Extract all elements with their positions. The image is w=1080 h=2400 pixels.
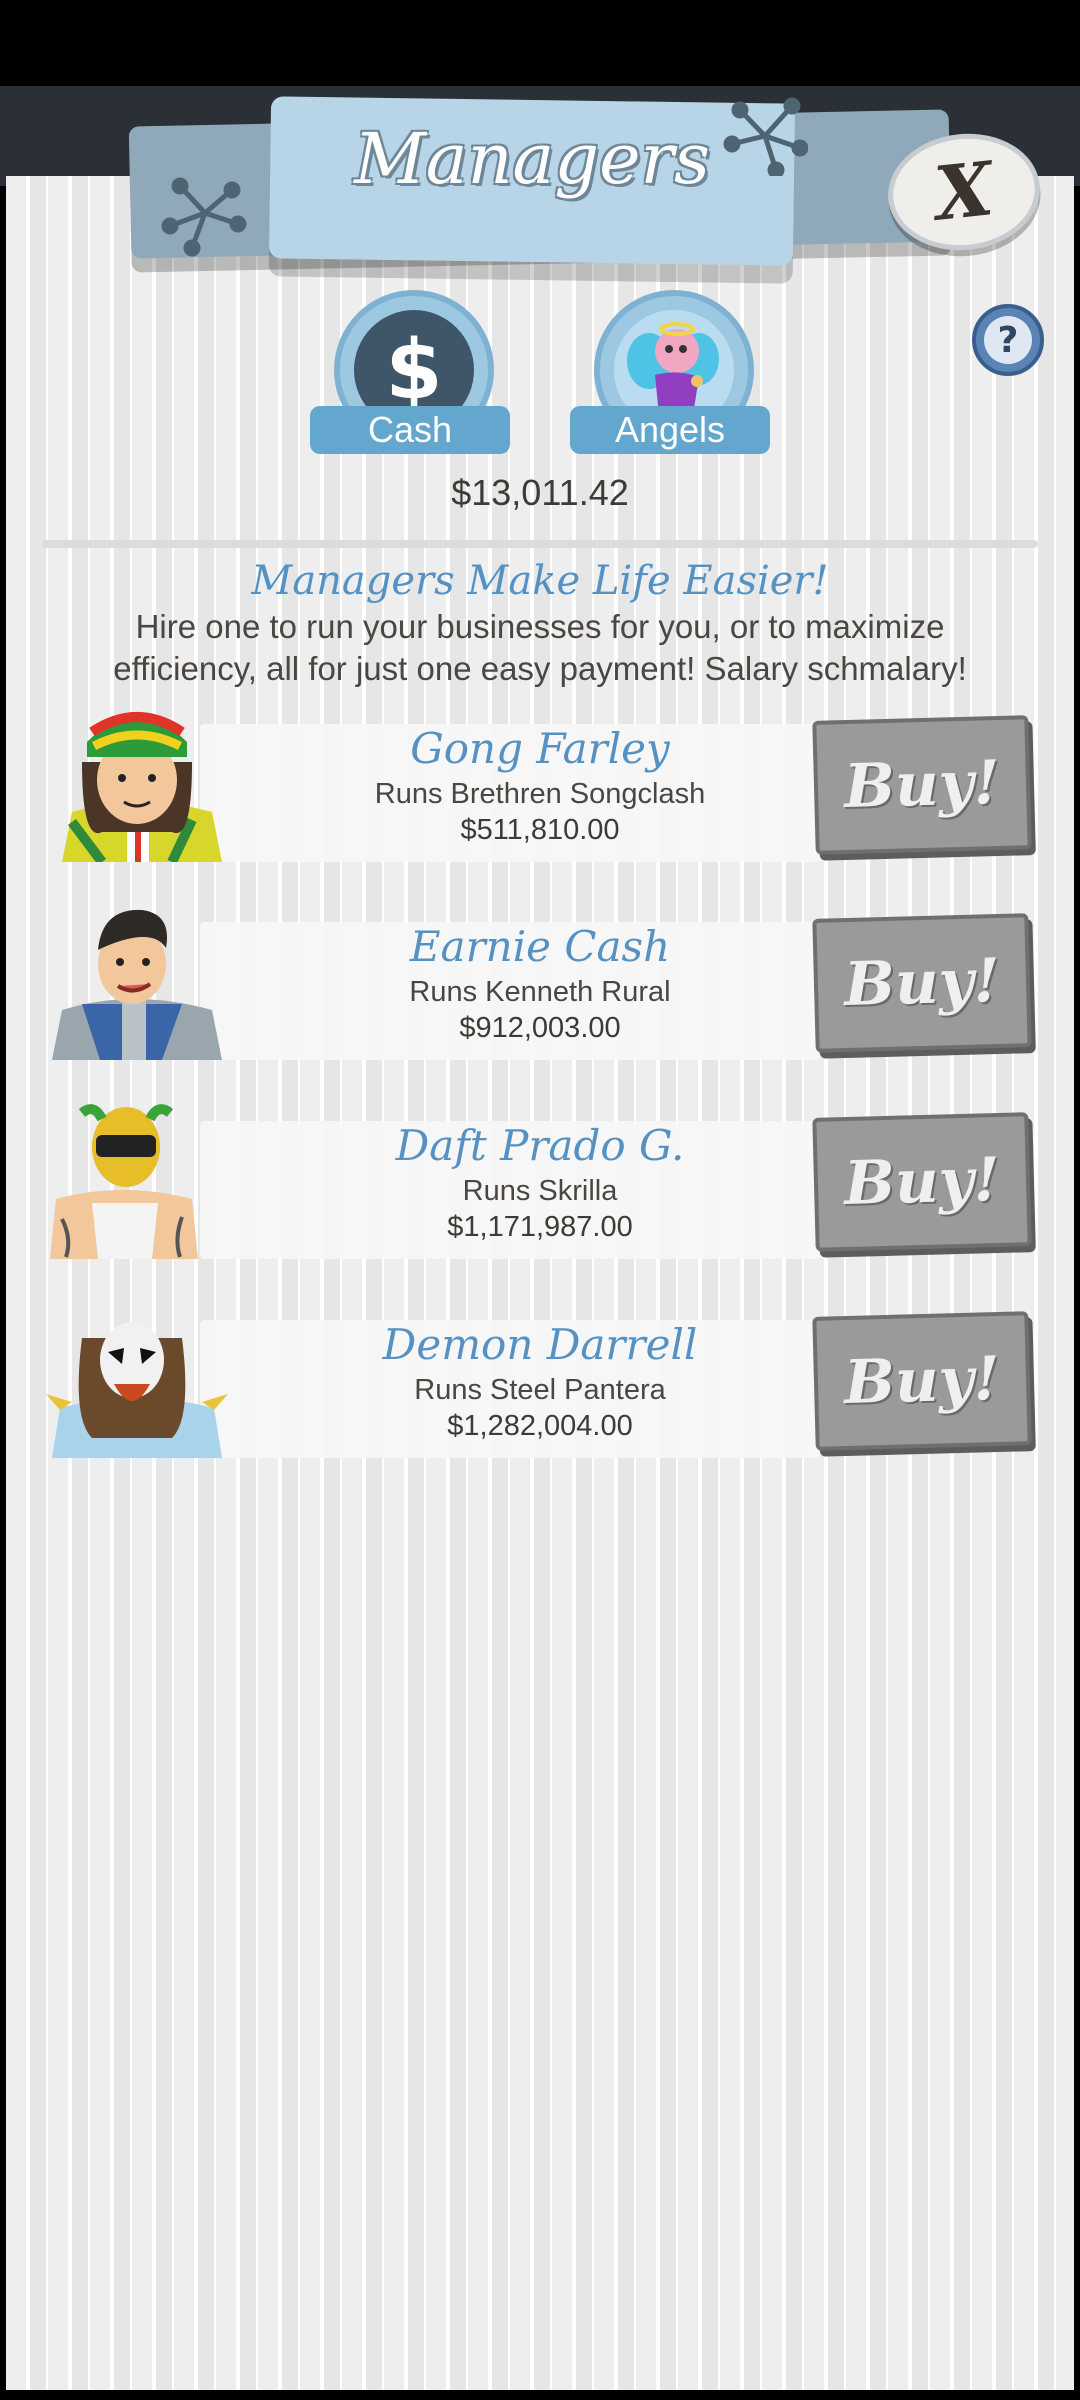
manager-name: Earnie Cash	[409, 922, 671, 971]
buy-button[interactable]: Buy!	[812, 1311, 1032, 1451]
manager-business: Runs Kenneth Rural	[409, 976, 671, 1008]
manager-business: Runs Steel Pantera	[414, 1374, 666, 1406]
manager-name: Demon Darrell	[382, 1320, 698, 1369]
manager-row: Earnie Cash Runs Kenneth Rural $912,003.…	[0, 908, 1080, 1060]
manager-portrait-earnie-cash	[52, 909, 222, 1060]
cash-balance: $13,011.42	[451, 472, 629, 513]
manager-business: Runs Skrilla	[462, 1175, 618, 1207]
promo-title: Managers Make Life Easier!	[251, 558, 829, 604]
manager-row: Gong Farley Runs Brethren Songclash $511…	[0, 710, 1080, 862]
help-button[interactable]: ?	[972, 304, 1044, 376]
manager-price: $1,171,987.00	[447, 1211, 633, 1243]
close-icon: X	[930, 146, 998, 238]
tab-angels[interactable]: Angels	[570, 290, 780, 460]
buy-label: Buy!	[843, 747, 1001, 823]
help-icon: ?	[984, 316, 1032, 364]
manager-price: $1,282,004.00	[447, 1410, 633, 1442]
status-bar	[0, 0, 1080, 86]
buy-label: Buy!	[843, 1343, 1001, 1419]
manager-row: Daft Prado G. Runs Skrilla $1,171,987.00…	[0, 1104, 1080, 1259]
manager-business: Runs Brethren Songclash	[374, 778, 706, 810]
tab-angels-label: Angels	[570, 406, 770, 454]
promo-text: Hire one to run your businesses for you,…	[113, 608, 967, 687]
tab-cash[interactable]: $ Cash	[310, 290, 520, 460]
sparkle-icon	[161, 177, 247, 257]
manager-portrait-gong-farley	[62, 712, 222, 862]
manager-portrait-demon-darrell	[46, 1322, 228, 1458]
page-title: Managers	[354, 118, 710, 200]
divider	[42, 540, 1038, 548]
tab-cash-label: Cash	[310, 406, 510, 454]
manager-row: Demon Darrell Runs Steel Pantera $1,282,…	[0, 1306, 1080, 1458]
manager-price: $912,003.00	[459, 1012, 621, 1044]
buy-button[interactable]: Buy!	[812, 1112, 1032, 1252]
manager-portrait-daft-prado	[50, 1104, 198, 1259]
manager-name: Gong Farley	[410, 724, 670, 773]
manager-price: $511,810.00	[460, 814, 620, 846]
buy-label: Buy!	[843, 1144, 1001, 1220]
buy-button[interactable]: Buy!	[812, 715, 1032, 855]
manager-name: Daft Prado G.	[395, 1121, 685, 1170]
buy-button[interactable]: Buy!	[812, 913, 1032, 1053]
buy-label: Buy!	[843, 945, 1001, 1021]
